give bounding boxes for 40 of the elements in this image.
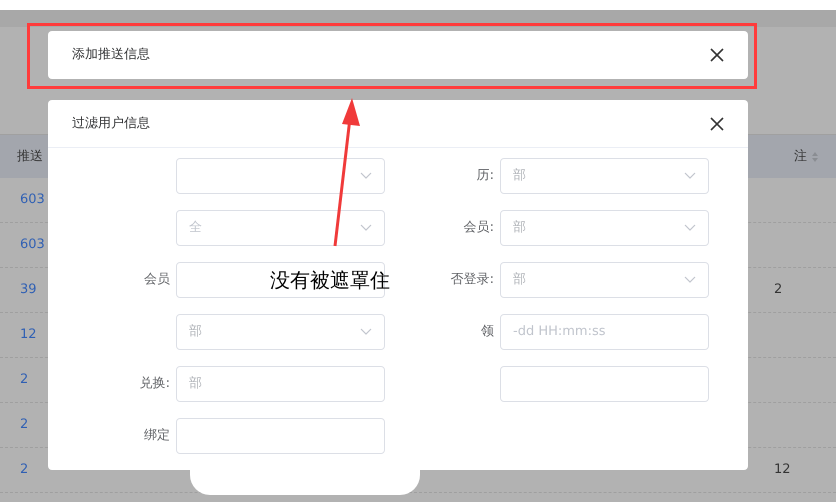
sort-icon[interactable] bbox=[811, 150, 819, 162]
table-cell-text: 12 bbox=[20, 326, 37, 344]
chevron-down-icon bbox=[360, 224, 372, 232]
field-label: 会员: bbox=[462, 219, 495, 238]
select-field[interactable]: 全 bbox=[176, 210, 385, 246]
table-cell-text: 2 bbox=[20, 461, 28, 480]
table-cell-text: 2 bbox=[20, 371, 28, 390]
input-field[interactable] bbox=[176, 418, 385, 454]
field-label: 绑定 bbox=[143, 427, 171, 446]
chevron-down-icon bbox=[684, 224, 696, 232]
field-label: 历: bbox=[476, 167, 495, 186]
table-cell-text: 603 bbox=[20, 236, 45, 254]
column-header: 推送 bbox=[17, 148, 43, 166]
table-cell-text: 39 bbox=[20, 281, 37, 300]
input-field[interactable] bbox=[500, 366, 709, 402]
field-label: 兑换: bbox=[138, 375, 171, 394]
select-field[interactable]: 部 bbox=[500, 210, 709, 246]
close-icon[interactable] bbox=[710, 48, 724, 62]
table-cell-text: 603 bbox=[20, 191, 45, 210]
field-label: 会员 bbox=[143, 271, 171, 290]
dialog-title: 过滤用户信息 bbox=[72, 114, 150, 133]
select-field[interactable]: 部 bbox=[500, 158, 709, 194]
field-label: 领 bbox=[480, 323, 495, 342]
select-field[interactable] bbox=[176, 158, 385, 194]
input-field[interactable]: -dd HH:mm:ss bbox=[500, 314, 709, 350]
chevron-down-icon bbox=[684, 276, 696, 284]
chevron-down-icon bbox=[684, 172, 696, 180]
table-cell-text: 2 bbox=[20, 416, 28, 434]
close-icon[interactable] bbox=[710, 116, 724, 130]
table-cell-text: 2 bbox=[774, 281, 782, 300]
field-label: 否登录: bbox=[450, 271, 495, 290]
column-header: 注 bbox=[794, 148, 807, 166]
chevron-down-icon bbox=[360, 172, 372, 180]
select-field[interactable]: 部 bbox=[500, 262, 709, 298]
chevron-down-icon bbox=[360, 328, 372, 336]
annotation-text: 没有被遮罩住 bbox=[270, 270, 390, 290]
select-field[interactable]: 部 bbox=[176, 314, 385, 350]
table-cell-text: 12 bbox=[774, 461, 791, 480]
input-field[interactable]: 部 bbox=[176, 366, 385, 402]
dialog-title: 添加推送信息 bbox=[72, 46, 150, 64]
